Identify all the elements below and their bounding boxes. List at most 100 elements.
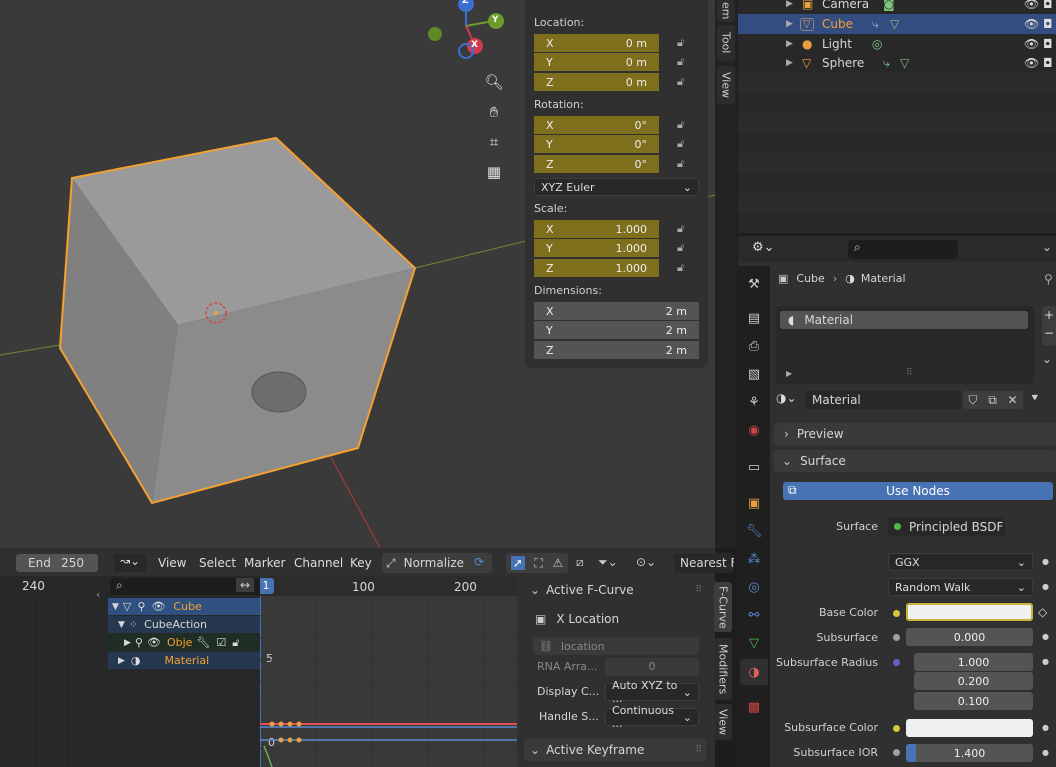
- subsurface-field[interactable]: 0.000: [906, 628, 1033, 646]
- eye-icon[interactable]: 👁︎: [147, 636, 161, 649]
- menu-view[interactable]: View: [158, 556, 186, 570]
- eye-icon[interactable]: 👁︎: [1024, 37, 1039, 51]
- rotation-z-field[interactable]: Z 0°: [534, 155, 659, 173]
- channel-action-row[interactable]: ▼ ⁘ CubeAction: [108, 616, 260, 633]
- lock-icon[interactable]: 🔓︎: [677, 137, 684, 151]
- expand-arrow-icon[interactable]: ▼: [112, 602, 119, 612]
- subsurface-color-swatch[interactable]: [906, 719, 1033, 737]
- use-nodes-button[interactable]: ⧉ Use Nodes: [783, 482, 1053, 500]
- scale-y-field[interactable]: Y 1.000: [534, 239, 659, 257]
- close-icon[interactable]: ✕: [1008, 393, 1018, 407]
- location-x-field[interactable]: X0 m: [534, 34, 659, 52]
- keyframe-dot[interactable]: ●: [1042, 657, 1049, 666]
- pin-icon[interactable]: ⚲: [1044, 272, 1053, 286]
- search-input[interactable]: ⌕: [848, 240, 958, 259]
- hand-icon[interactable]: ✋︎: [481, 99, 507, 125]
- expand-arrow-icon[interactable]: ▼: [118, 620, 125, 630]
- material-slot[interactable]: ◖ Material: [780, 311, 1028, 329]
- dimensions-y-field[interactable]: Y2 m: [534, 321, 699, 339]
- surface-shader-select[interactable]: Principled BSDF: [888, 517, 1005, 536]
- tab-view[interactable]: View: [717, 66, 735, 104]
- lock-icon[interactable]: 🔓︎: [677, 157, 684, 171]
- world-tab-icon[interactable]: ◉: [744, 420, 764, 440]
- chevron-left-icon[interactable]: ‹: [96, 588, 100, 601]
- preview-panel-header[interactable]: › Preview: [774, 423, 1056, 445]
- camera-icon[interactable]: ⌗: [481, 129, 507, 155]
- gizmo-x-label[interactable]: X: [471, 40, 478, 50]
- base-color-swatch[interactable]: [906, 603, 1033, 621]
- display-color-select[interactable]: Auto XYZ to ... ⌄: [605, 679, 699, 705]
- eye-icon[interactable]: 👁︎: [151, 600, 165, 613]
- outliner-row[interactable]: ▶ ▣ Camera ◙ 👁︎ ◘: [738, 0, 1056, 14]
- timeline-body[interactable]: ‹: [0, 588, 108, 767]
- add-remove-slot-buttons[interactable]: + −: [1042, 306, 1056, 346]
- end-frame-field[interactable]: End 250: [16, 554, 98, 572]
- pin-icon[interactable]: ⚲: [137, 600, 145, 613]
- channel-object-row[interactable]: ▼ ▽ ⚲ 👁︎ Cube: [108, 598, 260, 615]
- pivot-icon[interactable]: ⊙⌄: [636, 555, 656, 569]
- location-z-field[interactable]: Z0 m: [534, 73, 659, 91]
- outliner-row[interactable]: ▶ ▽ Sphere ⤷ ▽ 👁︎ ◘: [738, 53, 1056, 73]
- keyframe-dot[interactable]: ●: [1042, 748, 1049, 757]
- location-y-field[interactable]: Y0 m: [534, 53, 659, 71]
- outliner-row[interactable]: ▶ ▽ Cube ⤷ ▽ 👁︎ ◘: [738, 14, 1056, 34]
- tab-fcurve[interactable]: F-Curve: [714, 582, 732, 632]
- tab-modifiers[interactable]: Modifiers: [714, 638, 732, 700]
- duplicate-icon[interactable]: ⧉: [988, 393, 997, 408]
- wrench-icon[interactable]: 🔧︎: [196, 636, 210, 649]
- lock-icon[interactable]: 🔓︎: [677, 241, 684, 255]
- only-selected-icon[interactable]: ➚: [510, 556, 525, 570]
- pin-icon[interactable]: ⚲: [135, 636, 143, 649]
- lock-icon[interactable]: 🔓︎: [677, 36, 684, 50]
- link-icon[interactable]: ⯆: [1030, 391, 1040, 406]
- keyframe-dot[interactable]: ●: [1042, 723, 1049, 732]
- render-camera-icon[interactable]: ◘: [1043, 0, 1053, 11]
- particles-tab-icon[interactable]: ⁂: [744, 549, 764, 569]
- lock-icon[interactable]: 🔓︎: [677, 261, 684, 275]
- outliner-item-label[interactable]: Camera: [822, 0, 869, 11]
- expand-arrow-icon[interactable]: ▶: [786, 39, 793, 49]
- editor-type-icon[interactable]: ↝⌄: [114, 554, 146, 572]
- subsurface-radius-z[interactable]: 0.100: [914, 692, 1033, 710]
- render-camera-icon[interactable]: ◘: [1043, 37, 1053, 51]
- channel-search-input[interactable]: ⌕ ↔: [110, 578, 260, 595]
- render-camera-icon[interactable]: ◘: [1043, 17, 1053, 31]
- scale-z-field[interactable]: Z 1.000: [534, 259, 659, 277]
- surface-panel-header[interactable]: ⌄ Surface: [774, 450, 1056, 472]
- editor-type-icon[interactable]: ⚙⌄: [752, 240, 775, 255]
- refresh-icon[interactable]: ⟳: [474, 555, 484, 569]
- current-frame-indicator[interactable]: 1: [260, 578, 274, 594]
- collection-tab-icon[interactable]: ▭: [744, 457, 764, 477]
- timeline-ruler[interactable]: 240: [0, 576, 108, 596]
- rotation-mode-select[interactable]: XYZ Euler ⌄: [534, 178, 699, 196]
- outliner-row[interactable]: ▶ ● Light ◎ 👁︎ ◘: [738, 34, 1056, 54]
- expand-arrow-icon[interactable]: ▶: [786, 58, 793, 68]
- outliner-item-label[interactable]: Sphere: [822, 56, 864, 70]
- drag-handle-icon[interactable]: ⠿: [695, 585, 702, 595]
- show-hidden-icon[interactable]: ⛶: [534, 556, 542, 571]
- subsurface-radius-y[interactable]: 0.200: [914, 672, 1033, 690]
- tool-tab-icon[interactable]: ⚒: [744, 274, 764, 294]
- tab-tool[interactable]: Tool: [717, 25, 735, 61]
- lock-icon[interactable]: 🔓︎: [677, 118, 684, 132]
- lock-icon[interactable]: 🔓︎: [677, 222, 684, 236]
- drag-handle-icon[interactable]: ⠿: [695, 745, 702, 755]
- lock-icon[interactable]: 🔓︎: [677, 55, 684, 69]
- expand-arrow-icon[interactable]: ▶: [118, 656, 125, 666]
- gizmo-z-label[interactable]: Z: [462, 0, 469, 6]
- subsurface-radius-x[interactable]: 1.000: [914, 653, 1033, 671]
- eye-icon[interactable]: 👁︎: [1024, 56, 1039, 70]
- swap-icon[interactable]: ↔: [236, 578, 255, 592]
- gizmo-y-label[interactable]: Y: [492, 15, 499, 25]
- expand-arrow-icon[interactable]: ▶: [124, 638, 131, 648]
- fake-user-icon[interactable]: ⛉: [968, 393, 977, 408]
- keyframe-dot[interactable]: ●: [1042, 582, 1049, 591]
- menu-channel[interactable]: Channel: [294, 556, 343, 570]
- zoom-icon[interactable]: 🔍︎: [481, 69, 507, 95]
- handle-smoothing-select[interactable]: Continuous ... ⌄: [605, 704, 699, 730]
- channel-material-row[interactable]: ▶ ◑ Material: [108, 652, 260, 669]
- distribution-select[interactable]: GGX ⌄: [888, 553, 1033, 571]
- eye-icon[interactable]: 👁︎: [1024, 0, 1039, 11]
- scale-x-field[interactable]: X 1.000: [534, 220, 659, 238]
- filter-icon[interactable]: ⏷⌄: [598, 555, 618, 570]
